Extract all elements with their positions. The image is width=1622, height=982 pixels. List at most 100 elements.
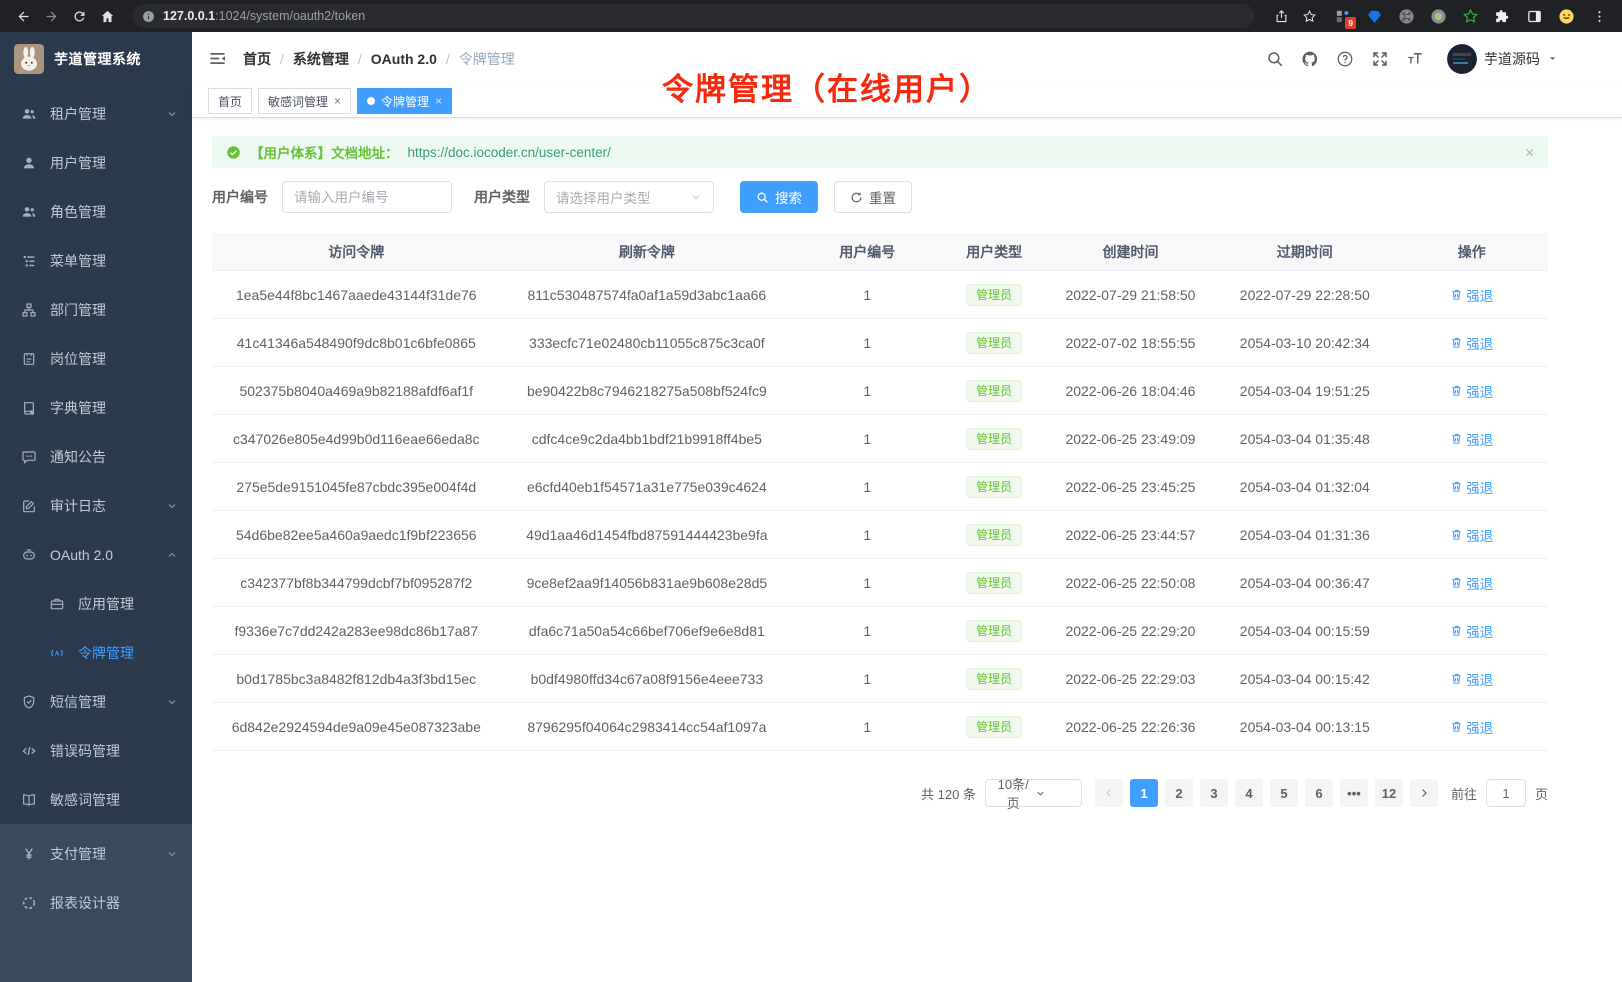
force-logout-link[interactable]: 强退 [1450,621,1493,641]
alert-close-icon[interactable] [1523,146,1536,159]
tab-令牌管理[interactable]: 令牌管理 × [357,88,452,114]
tab-close-icon[interactable]: × [435,95,442,107]
sidebar-item-dict[interactable]: 字典管理 [0,383,192,432]
share-icon[interactable] [1270,5,1292,27]
puzzle-extension-icon[interactable] [1492,6,1512,26]
refresh-token-cell: b0df4980ffd34c67a08f9156e4eee733 [501,671,794,687]
force-logout-link[interactable]: 强退 [1450,477,1493,497]
sidebar-item-oauth2-app[interactable]: 应用管理 [0,579,192,628]
sidebar-item-error-code[interactable]: 错误码管理 [0,726,192,775]
expires-cell: 2054-03-10 20:42:34 [1214,335,1396,351]
reset-button[interactable]: 重置 [834,181,912,213]
page-button-5[interactable]: 5 [1270,779,1298,807]
force-logout-link[interactable]: 强退 [1450,669,1493,689]
force-logout-link[interactable]: 强退 [1450,525,1493,545]
page-size-select[interactable]: 10条/页 [985,779,1082,807]
sidebar-menu-bottom: 支付管理报表设计器 [0,824,192,982]
browser-menu-icon[interactable] [1588,5,1610,27]
help-icon[interactable] [1336,50,1354,68]
page-button-4[interactable]: 4 [1235,779,1263,807]
user-id-input[interactable] [294,190,440,205]
sidebar-item-pay[interactable]: 支付管理 [0,829,192,878]
profile-avatar-emoji[interactable] [1556,6,1576,26]
user-type-select[interactable]: 请选择用户类型 [544,181,714,213]
sidebar-item-role[interactable]: 角色管理 [0,187,192,236]
admin-badge: 管理员 [966,716,1022,738]
pagination-next[interactable] [1410,779,1438,807]
force-logout-link[interactable]: 强退 [1450,333,1493,353]
sidebar-item-user[interactable]: 用户管理 [0,138,192,187]
app-logo[interactable]: 芋道管理系统 [0,32,192,85]
breadcrumb-item[interactable]: 首页 [243,49,271,69]
force-logout-link[interactable]: 强退 [1450,429,1493,449]
pagination-goto-input[interactable] [1486,779,1526,807]
created-cell: 2022-06-25 22:29:20 [1047,623,1214,639]
access-token-cell: 1ea5e44f8bc1467aaede43144f31de76 [212,287,501,303]
gem-extension-icon[interactable] [1364,6,1384,26]
page-button-•••[interactable]: ••• [1340,779,1368,807]
breadcrumb-item[interactable]: OAuth 2.0 [371,51,437,67]
side-panel-icon[interactable] [1524,6,1544,26]
user-type-cell: 管理员 [941,428,1047,450]
admin-badge: 管理员 [966,476,1022,498]
command-extension-icon[interactable] [1396,6,1416,26]
site-info-icon[interactable] [142,10,155,23]
chevron-down-icon [166,696,178,708]
sidebar-item-tenant[interactable]: 租户管理 [0,89,192,138]
created-cell: 2022-06-25 22:26:36 [1047,719,1214,735]
access-token-cell: 54d6be82ee5a460a9aedc1f9bf223656 [212,527,501,543]
sidebar-item-sms[interactable]: 短信管理 [0,677,192,726]
sidebar-item-menu[interactable]: 菜单管理 [0,236,192,285]
browser-back-icon[interactable] [12,5,34,27]
sidebar-toggle-icon[interactable] [208,49,227,68]
search-icon[interactable] [1266,50,1284,68]
record-extension-icon[interactable] [1428,6,1448,26]
page-button-2[interactable]: 2 [1165,779,1193,807]
action-cell: 强退 [1396,669,1548,689]
user-menu[interactable]: 芋道源码 [1447,44,1558,74]
refresh-token-cell: 811c530487574fa0af1a59d3abc1aa66 [501,287,794,303]
breadcrumb-item[interactable]: 系统管理 [293,49,349,69]
page-button-6[interactable]: 6 [1305,779,1333,807]
column-header: 操作 [1396,242,1548,262]
user-icon [21,155,37,171]
sidebar-item-report-designer[interactable]: 报表设计器 [0,878,192,927]
sidebar-item-post[interactable]: 岗位管理 [0,334,192,383]
force-logout-link[interactable]: 强退 [1450,717,1493,737]
tab-label: 令牌管理 [381,93,429,110]
tab-close-icon[interactable]: × [334,95,341,107]
tab-敏感词管理[interactable]: 敏感词管理 × [258,88,351,114]
admin-badge: 管理员 [966,572,1022,594]
doc-link[interactable]: https://doc.iocoder.cn/user-center/ [408,145,611,160]
search-button[interactable]: 搜索 [740,181,818,213]
page-button-1[interactable]: 1 [1130,779,1158,807]
tab-label: 敏感词管理 [268,93,328,110]
font-size-icon[interactable] [1406,50,1424,68]
force-logout-link[interactable]: 强退 [1450,381,1493,401]
browser-home-icon[interactable] [96,5,118,27]
page-button-12[interactable]: 12 [1375,779,1403,807]
address-bar[interactable]: 127.0.0.1:1024/system/oauth2/token [132,4,1254,28]
browser-reload-icon[interactable] [68,5,90,27]
sidebar-item-sensitive-word[interactable]: 敏感词管理 [0,775,192,824]
github-icon[interactable] [1301,50,1319,68]
browser-forward-icon[interactable] [40,5,62,27]
pinned-extension-icon[interactable]: 9 [1332,6,1352,26]
pagination-prev[interactable] [1095,779,1123,807]
users-icon [21,204,37,220]
trash-icon [1450,432,1463,445]
sidebar-item-oauth2-token[interactable]: A令牌管理 [0,628,192,677]
fullscreen-icon[interactable] [1371,50,1389,68]
bookmark-star-icon[interactable] [1298,5,1320,27]
tab-首页[interactable]: 首页 [208,88,252,114]
force-logout-link[interactable]: 强退 [1450,573,1493,593]
force-logout-link[interactable]: 强退 [1450,285,1493,305]
star-extension-icon[interactable] [1460,6,1480,26]
sidebar-item-oauth2[interactable]: OAuth 2.0 [0,530,192,579]
sidebar-item-audit-log[interactable]: 审计日志 [0,481,192,530]
page-buttons: 123456•••12 [1095,779,1438,807]
sidebar-item-notice[interactable]: 通知公告 [0,432,192,481]
page-button-3[interactable]: 3 [1200,779,1228,807]
sidebar-item-dept[interactable]: 部门管理 [0,285,192,334]
column-header: 访问令牌 [212,242,501,262]
